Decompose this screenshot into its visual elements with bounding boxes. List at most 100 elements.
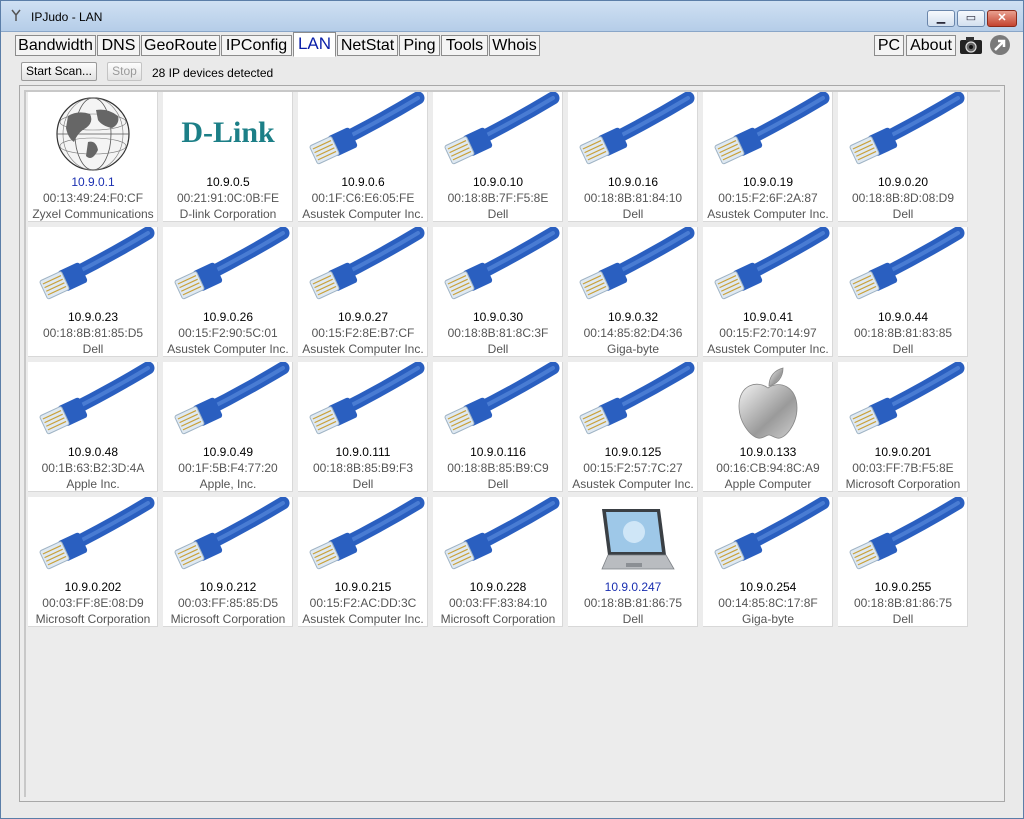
title-bar[interactable]: IPJudo - LAN ▁ ▭ ✕ (1, 1, 1023, 32)
device-card[interactable]: 10.9.0.41 00:15:F2:70:14:97 Asustek Comput… (703, 227, 833, 357)
minimize-button[interactable]: ▁ (927, 10, 955, 27)
device-card[interactable]: 10.9.0.49 00:1F:5B:F4:77:20 Apple, Inc. (163, 362, 293, 492)
ethernet-cable-icon (174, 362, 290, 435)
device-vendor: Dell (892, 207, 914, 221)
ethernet-cable-icon (849, 227, 965, 300)
device-vendor: Microsoft Corporation (170, 612, 286, 626)
device-card[interactable]: 10.9.0.6 00:1F:C6:E6:05:FE Asustek Compute… (298, 92, 428, 222)
ethernet-cable-icon (309, 362, 425, 435)
device-card[interactable]: 10.9.0.133 00:16:CB:94:8C:A9 Apple Compute… (703, 362, 833, 492)
device-card[interactable]: 10.9.0.44 00:18:8B:81:83:85 Dell (838, 227, 968, 357)
device-ip: 10.9.0.116 (470, 445, 526, 459)
ethernet-cable-icon (309, 92, 425, 165)
device-card[interactable]: 10.9.0.254 00:14:85:8C:17:8F Giga-byte (703, 497, 833, 627)
device-card[interactable]: 10.9.0.1 00:13:49:24:F0:CF Zyxel Communica… (28, 92, 158, 222)
device-ip: 10.9.0.44 (877, 310, 929, 324)
device-card[interactable]: 10.9.0.48 00:1B:63:B2:3D:4A Apple Inc. (28, 362, 158, 492)
device-vendor: Dell (82, 342, 104, 356)
device-ip: 10.9.0.19 (742, 175, 794, 189)
tab-bandwidth[interactable]: Bandwidth (15, 35, 96, 56)
device-mac: 00:1B:63:B2:3D:4A (41, 461, 145, 475)
device-card[interactable]: 10.9.0.23 00:18:8B:81:85:D5 Dell (28, 227, 158, 357)
tab-lan[interactable]: LAN (293, 32, 336, 57)
tab-georoute[interactable]: GeoRoute (141, 35, 220, 56)
start-scan-button[interactable]: Start Scan... (21, 62, 97, 81)
device-card[interactable]: 10.9.0.125 00:15:F2:57:7C:27 Asustek Compu… (568, 362, 698, 492)
device-card[interactable]: 10.9.0.212 00:03:FF:85:85:D5 Microsoft Cor… (163, 497, 293, 627)
device-mac: 00:13:49:24:F0:CF (42, 191, 144, 205)
ethernet-cable-icon (579, 362, 695, 435)
ethernet-cable-icon (714, 227, 830, 300)
device-card[interactable]: 10.9.0.19 00:15:F2:6F:2A:87 Asustek Comput… (703, 92, 833, 222)
device-vendor: Dell (622, 612, 644, 626)
device-ip: 10.9.0.255 (874, 580, 932, 594)
device-mac: 00:15:F2:57:7C:27 (583, 461, 683, 475)
ethernet-cable-icon (444, 362, 560, 435)
device-card[interactable]: 10.9.0.247 00:18:8B:81:86:75 Dell (568, 497, 698, 627)
app-icon (11, 9, 21, 21)
toolbar: Start Scan... Stop 28 IP devices detecte… (1, 59, 1023, 85)
device-mac: 00:18:8B:81:85:D5 (42, 326, 144, 340)
tab-ipconfig[interactable]: IPConfig (221, 35, 292, 56)
device-mac: 00:18:8B:81:86:75 (853, 596, 953, 610)
device-card[interactable]: 10.9.0.20 00:18:8B:8D:08:D9 Dell (838, 92, 968, 222)
window-title: IPJudo - LAN (31, 10, 103, 24)
device-mac: 00:14:85:82:D4:36 (583, 326, 683, 340)
tab-about[interactable]: About (906, 35, 956, 56)
device-mac: 00:15:F2:8E:B7:CF (311, 326, 415, 340)
ethernet-cable-icon (849, 497, 965, 570)
device-vendor: Asustek Computer Inc. (707, 207, 829, 221)
device-vendor: Dell (892, 612, 914, 626)
tab-dns[interactable]: DNS (97, 35, 140, 56)
device-card[interactable]: 10.9.0.228 00:03:FF:83:84:10 Microsoft Cor… (433, 497, 563, 627)
device-card[interactable]: 10.9.0.16 00:18:8B:81:84:10 Dell (568, 92, 698, 222)
device-ip: 10.9.0.201 (874, 445, 932, 459)
device-ip: 10.9.0.16 (607, 175, 659, 189)
arrow-upright-icon[interactable] (987, 34, 1013, 56)
device-card[interactable]: 10.9.0.201 00:03:FF:7B:F5:8E Microsoft Cor… (838, 362, 968, 492)
device-card[interactable]: 10.9.0.27 00:15:F2:8E:B7:CF Asustek Comput… (298, 227, 428, 357)
device-card[interactable]: 10.9.0.30 00:18:8B:81:8C:3F Dell (433, 227, 563, 357)
tab-tools[interactable]: Tools (441, 35, 488, 56)
tab-bar: Bandwidth DNS GeoRoute IPConfig LAN NetS… (1, 31, 1023, 57)
maximize-button[interactable]: ▭ (957, 10, 985, 27)
device-vendor: Apple, Inc. (199, 477, 257, 491)
device-mac: 00:14:85:8C:17:8F (718, 596, 818, 610)
device-card[interactable]: 10.9.0.10 00:18:8B:7F:F5:8E Dell (433, 92, 563, 222)
laptop-icon (601, 509, 675, 570)
close-button[interactable]: ✕ (987, 10, 1017, 27)
ethernet-cable-icon (309, 227, 425, 300)
device-card[interactable]: 10.9.0.26 00:15:F2:90:5C:01 Asustek Comput… (163, 227, 293, 357)
device-vendor: Asustek Computer Inc. (707, 342, 829, 356)
ethernet-cable-icon (579, 227, 695, 300)
device-mac: 00:15:F2:90:5C:01 (178, 326, 278, 340)
device-card[interactable]: 10.9.0.116 00:18:8B:85:B9:C9 Dell (433, 362, 563, 492)
ethernet-cable-icon (309, 497, 425, 570)
device-mac: 00:1F:C6:E6:05:FE (311, 191, 415, 205)
device-card[interactable]: D-Link 10.9.0.5 00:21:91:0C:0B:FE D-link Co… (163, 92, 293, 222)
device-vendor: Asustek Computer Inc. (572, 477, 694, 491)
tab-pc[interactable]: PC (874, 35, 904, 56)
device-ip: 10.9.0.5 (206, 175, 250, 189)
ethernet-cable-icon (714, 92, 830, 165)
tab-netstat[interactable]: NetStat (337, 35, 398, 56)
device-mac: 00:18:8B:85:B9:C9 (447, 461, 549, 475)
device-card[interactable]: 10.9.0.202 00:03:FF:8E:08:D9 Microsoft Cor… (28, 497, 158, 627)
device-card[interactable]: 10.9.0.32 00:14:85:82:D4:36 Giga-byte (568, 227, 698, 357)
device-vendor: Dell (352, 477, 374, 491)
device-ip: 10.9.0.215 (334, 580, 392, 594)
camera-icon[interactable] (958, 34, 984, 56)
device-card[interactable]: 10.9.0.215 00:15:F2:AC:DD:3C Asustek Compu… (298, 497, 428, 627)
device-mac: 00:15:F2:6F:2A:87 (718, 191, 818, 205)
device-mac: 00:18:8B:8D:08:D9 (851, 191, 955, 205)
device-card[interactable]: 10.9.0.111 00:18:8B:85:B9:F3 Dell (298, 362, 428, 492)
tab-ping[interactable]: Ping (399, 35, 440, 56)
device-card[interactable]: 10.9.0.255 00:18:8B:81:86:75 Dell (838, 497, 968, 627)
device-mac: 00:18:8B:85:B9:F3 (312, 461, 414, 475)
device-ip: 10.9.0.49 (202, 445, 254, 459)
device-vendor: Dell (892, 342, 914, 356)
tab-whois[interactable]: Whois (489, 35, 540, 56)
stop-button[interactable]: Stop (107, 62, 142, 81)
ethernet-cable-icon (714, 497, 830, 570)
device-ip: 10.9.0.10 (472, 175, 524, 189)
